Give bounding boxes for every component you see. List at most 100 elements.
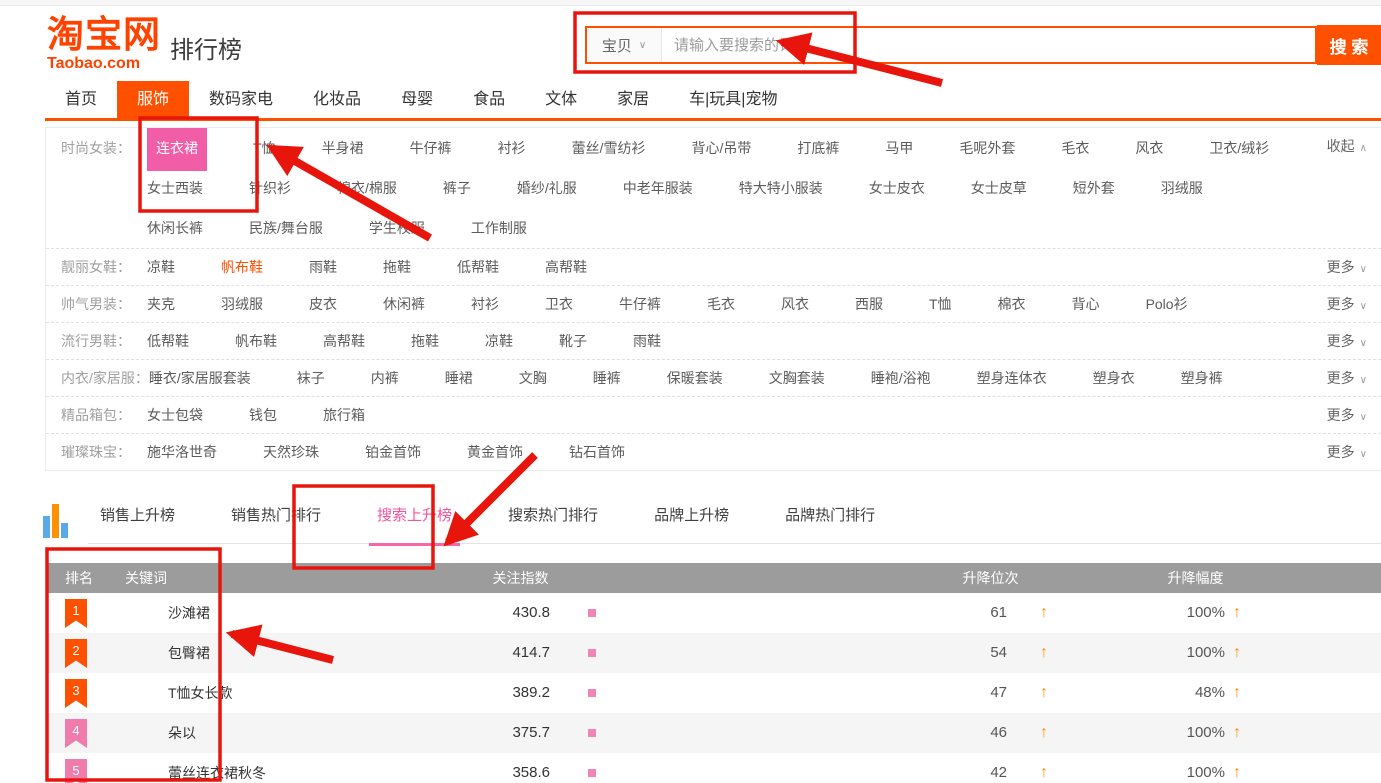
category-link[interactable]: 衬衫 bbox=[498, 128, 526, 168]
category-link[interactable]: 塑身衣 bbox=[1093, 360, 1135, 396]
keyword-cell[interactable]: 沙滩裙 bbox=[168, 593, 210, 633]
nav-tab[interactable]: 食品 bbox=[453, 81, 525, 118]
category-link[interactable]: 女士皮草 bbox=[971, 168, 1027, 208]
category-link[interactable]: 婚纱/礼服 bbox=[517, 168, 577, 208]
category-link[interactable]: 工作制服 bbox=[471, 208, 527, 248]
category-link[interactable]: 雨鞋 bbox=[633, 323, 661, 359]
rank-tab[interactable]: 搜索热门排行 bbox=[506, 504, 600, 525]
category-link[interactable]: 睡裙 bbox=[445, 360, 473, 396]
category-link[interactable]: 高帮鞋 bbox=[323, 323, 365, 359]
category-link[interactable]: 羽绒服 bbox=[1161, 168, 1203, 208]
category-link[interactable]: 低帮鞋 bbox=[457, 249, 499, 285]
category-link[interactable]: 休闲长裤 bbox=[147, 208, 203, 248]
rank-tab[interactable]: 销售热门排行 bbox=[229, 504, 323, 525]
category-link[interactable]: 牛仔裤 bbox=[410, 128, 452, 168]
more-link[interactable]: 更多∨ bbox=[1327, 323, 1367, 362]
category-link[interactable]: 天然珍珠 bbox=[263, 434, 319, 470]
category-link[interactable]: 马甲 bbox=[885, 128, 913, 168]
category-link[interactable]: 袜子 bbox=[297, 360, 325, 396]
category-link[interactable]: 铂金首饰 bbox=[365, 434, 421, 470]
category-link[interactable]: 蕾丝/雪纺衫 bbox=[572, 128, 646, 168]
category-link[interactable]: 中老年服装 bbox=[623, 168, 693, 208]
category-link[interactable]: 高帮鞋 bbox=[545, 249, 587, 285]
category-link[interactable]: 女士包袋 bbox=[147, 397, 203, 433]
category-link[interactable]: 背心 bbox=[1072, 286, 1100, 322]
category-link[interactable]: 拖鞋 bbox=[383, 249, 411, 285]
more-link[interactable]: 更多∨ bbox=[1327, 286, 1367, 325]
nav-tab[interactable]: 文体 bbox=[525, 81, 597, 118]
category-link[interactable]: 民族/舞台服 bbox=[249, 208, 323, 248]
category-link[interactable]: 卫衣/绒衫 bbox=[1209, 128, 1269, 168]
category-link[interactable]: 针织衫 bbox=[249, 168, 291, 208]
category-link[interactable]: 羽绒服 bbox=[221, 286, 263, 322]
category-link[interactable]: 短外套 bbox=[1073, 168, 1115, 208]
category-link[interactable]: 连衣裙 bbox=[147, 128, 207, 171]
more-link[interactable]: 更多∨ bbox=[1327, 434, 1367, 473]
category-link[interactable]: Polo衫 bbox=[1146, 286, 1188, 322]
search-button[interactable]: 搜 索 bbox=[1317, 25, 1381, 65]
more-link[interactable]: 更多∨ bbox=[1327, 360, 1367, 399]
category-link[interactable]: 女士皮衣 bbox=[869, 168, 925, 208]
category-link[interactable]: 睡袍/浴袍 bbox=[871, 360, 931, 396]
category-link[interactable]: 文胸 bbox=[519, 360, 547, 396]
category-link[interactable]: 裤子 bbox=[443, 168, 471, 208]
category-link[interactable]: 棉衣/棉服 bbox=[337, 168, 397, 208]
category-link[interactable]: T恤 bbox=[253, 128, 276, 168]
category-link[interactable]: 低帮鞋 bbox=[147, 323, 189, 359]
more-link[interactable]: 更多∨ bbox=[1327, 249, 1367, 288]
search-input[interactable] bbox=[662, 28, 1315, 62]
category-link[interactable]: T恤 bbox=[929, 286, 952, 322]
category-link[interactable]: 风衣 bbox=[1135, 128, 1163, 168]
category-link[interactable]: 黄金首饰 bbox=[467, 434, 523, 470]
nav-tab[interactable]: 数码家电 bbox=[189, 81, 293, 118]
category-link[interactable]: 雨鞋 bbox=[309, 249, 337, 285]
category-link[interactable]: 钻石首饰 bbox=[569, 434, 625, 470]
rank-tab[interactable]: 品牌热门排行 bbox=[783, 504, 877, 525]
category-link[interactable]: 帆布鞋 bbox=[221, 249, 263, 285]
category-link[interactable]: 休闲裤 bbox=[383, 286, 425, 322]
nav-tab[interactable]: 车|玩具|宠物 bbox=[669, 81, 797, 118]
category-link[interactable]: 内裤 bbox=[371, 360, 399, 396]
category-link[interactable]: 女士西装 bbox=[147, 168, 203, 208]
more-link[interactable]: 更多∨ bbox=[1327, 397, 1367, 436]
category-link[interactable]: 文胸套装 bbox=[769, 360, 825, 396]
category-link[interactable]: 施华洛世奇 bbox=[147, 434, 217, 470]
category-link[interactable]: 西服 bbox=[855, 286, 883, 322]
category-link[interactable]: 毛衣 bbox=[1061, 128, 1089, 168]
keyword-cell[interactable]: T恤女长款 bbox=[168, 673, 233, 713]
category-link[interactable]: 背心/吊带 bbox=[691, 128, 751, 168]
category-link[interactable]: 衬衫 bbox=[471, 286, 499, 322]
nav-tab[interactable]: 服饰 bbox=[117, 81, 189, 118]
nav-tab[interactable]: 母婴 bbox=[381, 81, 453, 118]
rank-tab[interactable]: 品牌上升榜 bbox=[652, 504, 731, 525]
category-link[interactable]: 睡裤 bbox=[593, 360, 621, 396]
keyword-cell[interactable]: 蕾丝连衣裙秋冬 bbox=[168, 753, 266, 783]
keyword-cell[interactable]: 包臀裙 bbox=[168, 633, 210, 673]
category-link[interactable]: 睡衣/家居服套装 bbox=[149, 360, 251, 396]
category-link[interactable]: 牛仔裤 bbox=[619, 286, 661, 322]
category-link[interactable]: 夹克 bbox=[147, 286, 175, 322]
category-link[interactable]: 塑身连体衣 bbox=[977, 360, 1047, 396]
category-link[interactable]: 棉衣 bbox=[998, 286, 1026, 322]
category-link[interactable]: 学生校服 bbox=[369, 208, 425, 248]
category-link[interactable]: 帆布鞋 bbox=[235, 323, 277, 359]
nav-tab[interactable]: 化妆品 bbox=[293, 81, 381, 118]
collapse-link[interactable]: 收起∧ bbox=[1327, 128, 1367, 167]
category-link[interactable]: 毛衣 bbox=[707, 286, 735, 322]
category-link[interactable]: 凉鞋 bbox=[147, 249, 175, 285]
category-link[interactable]: 卫衣 bbox=[545, 286, 573, 322]
category-link[interactable]: 皮衣 bbox=[309, 286, 337, 322]
taobao-logo[interactable]: 淘宝网 Taobao.com bbox=[47, 16, 161, 72]
rank-tab[interactable]: 销售上升榜 bbox=[98, 504, 177, 525]
category-link[interactable]: 凉鞋 bbox=[485, 323, 513, 359]
category-link[interactable]: 毛呢外套 bbox=[959, 128, 1015, 168]
category-link[interactable]: 塑身裤 bbox=[1181, 360, 1223, 396]
search-category-dropdown[interactable]: 宝贝 ∨ bbox=[587, 28, 662, 62]
category-link[interactable]: 拖鞋 bbox=[411, 323, 439, 359]
category-link[interactable]: 靴子 bbox=[559, 323, 587, 359]
rank-tab[interactable]: 搜索上升榜 bbox=[375, 504, 454, 525]
nav-tab[interactable]: 家居 bbox=[597, 81, 669, 118]
category-link[interactable]: 保暖套装 bbox=[667, 360, 723, 396]
nav-tab[interactable]: 首页 bbox=[45, 81, 117, 118]
category-link[interactable]: 钱包 bbox=[249, 397, 277, 433]
